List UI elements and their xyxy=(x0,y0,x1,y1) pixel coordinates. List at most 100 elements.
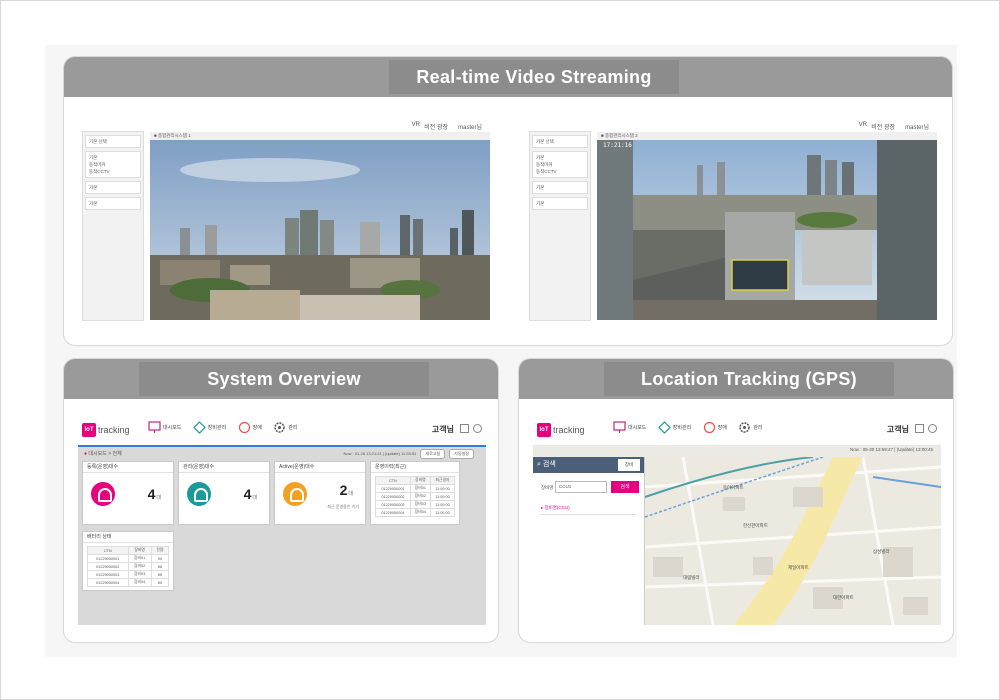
menu-alarm[interactable]: 장애 xyxy=(238,421,262,434)
tab-device[interactable]: 장비 xyxy=(618,459,640,471)
app-logo[interactable]: IoT tracking xyxy=(82,423,130,437)
breadcrumb-text: 대시보드 > 전체 xyxy=(88,451,122,457)
sidebar-item[interactable]: 동적CCTV xyxy=(89,168,137,175)
table-cell: 장비03 xyxy=(127,570,152,579)
card-note: 최근 운영중인 기기 xyxy=(327,504,359,509)
app-logo[interactable]: IoT tracking xyxy=(537,423,585,437)
vr-link[interactable]: VR xyxy=(859,122,867,128)
menu-label: 장애 xyxy=(717,424,727,431)
logo-text: tracking xyxy=(98,425,130,435)
diamond-icon xyxy=(192,421,206,434)
table-row[interactable]: 01229050004 장비04 80 xyxy=(87,578,170,587)
device-icon xyxy=(91,482,115,506)
user-name[interactable]: 고객님 xyxy=(887,424,909,435)
location-tracking-panel: Location Tracking (GPS) IoT tracking 대시보드… xyxy=(518,358,954,643)
logo-text: tracking xyxy=(553,425,585,435)
table-cell: 11:00:00 xyxy=(429,484,456,493)
vr-link[interactable]: VR xyxy=(412,122,420,128)
menu-device[interactable]: 장비관리 xyxy=(192,421,227,434)
menu-device[interactable]: 장비관리 xyxy=(657,421,692,434)
sidebar-group[interactable]: 기본 xyxy=(532,197,588,210)
table-cell: 장비01 xyxy=(409,484,431,493)
user-name[interactable]: 고객님 xyxy=(432,424,454,435)
sidebar-item[interactable]: 동적마커 xyxy=(89,161,137,168)
vision-link[interactable]: 비전 광장 xyxy=(424,122,448,131)
monitor-icon xyxy=(613,421,626,433)
breadcrumb: ● 대시보드 > 전체 xyxy=(84,450,122,457)
sidebar-group[interactable]: 기본 xyxy=(85,197,141,210)
menu-admin[interactable]: 관리 xyxy=(738,421,762,434)
sidebar-item[interactable]: 동적마커 xyxy=(536,161,584,168)
table-header-row: CTN 장비명 최근일자 xyxy=(375,476,456,485)
vision-link[interactable]: 비전 광장 xyxy=(871,122,895,131)
menu-admin[interactable]: 관리 xyxy=(273,421,297,434)
panel-title: Real-time Video Streaming xyxy=(389,60,679,94)
table-row[interactable]: 01229050003 장비03 11:00:00 xyxy=(375,500,456,509)
video-streaming-panel: Real-time Video Streaming VR 비전 광장 maste… xyxy=(63,56,953,346)
value-text: 4 xyxy=(147,486,156,502)
sidebar-group[interactable]: 기본 선택 xyxy=(85,135,141,148)
stat-card[interactable]: Active(운영)대수 2대 최근 운영중인 기기 xyxy=(274,461,366,525)
map-label: 동아아파트 xyxy=(723,485,744,490)
search-header: ⌕ 검색 장비 xyxy=(533,457,644,473)
camera-view-2[interactable]: ■ 종합관리시스템 2 17:21:16 xyxy=(597,132,937,320)
gear-icon xyxy=(739,422,750,433)
card-title: 운영이력(최근) xyxy=(371,462,459,473)
menu-label: 장비관리 xyxy=(672,424,692,431)
search-input[interactable]: CCU1 xyxy=(555,481,607,493)
sidebar-item[interactable]: 기본 xyxy=(536,154,584,161)
view-titlebar: ■ 종합관리시스템 2 xyxy=(597,132,937,140)
stat-card[interactable]: 관리(운영)대수 4대 xyxy=(178,461,270,525)
menu-dashboard[interactable]: 대시보드 xyxy=(613,421,646,434)
sidebar-group[interactable]: 기본 선택 xyxy=(532,135,588,148)
save-icon[interactable] xyxy=(915,424,924,433)
stat-card[interactable]: 등록(운영)대수 4대 xyxy=(82,461,174,525)
panel-header: Location Tracking (GPS) xyxy=(519,359,953,399)
street-scene-image xyxy=(597,140,937,320)
column-header: CTN xyxy=(375,476,411,485)
table-row[interactable]: 01229050001 장비01 90 xyxy=(87,554,170,563)
table-row[interactable]: 01229050001 장비01 11:00:00 xyxy=(375,484,456,493)
menu-dashboard[interactable]: 대시보드 xyxy=(148,421,181,434)
settings-button[interactable]: 자동설정 xyxy=(449,449,474,459)
search-button[interactable]: 검색 xyxy=(611,481,639,493)
monitor-icon xyxy=(148,421,161,433)
screenshot-frame: Real-time Video Streaming VR 비전 광장 maste… xyxy=(0,0,1000,700)
menu-label: 장비관리 xyxy=(207,424,227,431)
table-cell: 01229050003 xyxy=(375,500,411,509)
dashboard-toolbar: Now : 01-28 13:21:21 | (update) 11:28:51… xyxy=(343,449,474,459)
menu-alarm[interactable]: 장애 xyxy=(703,421,727,434)
panel-header: System Overview xyxy=(64,359,498,399)
table-row[interactable]: 01229050002 장비02 88 xyxy=(87,562,170,571)
table-cell: 장비01 xyxy=(127,554,152,563)
sidebar-group[interactable]: 기본 동적마커 동적CCTV xyxy=(532,151,588,178)
view-titlebar: ■ 종합관리시스템 1 xyxy=(150,132,490,140)
column-header: 잔량 xyxy=(150,546,170,555)
table-row[interactable]: 01229050003 장비03 85 xyxy=(87,570,170,579)
table-row[interactable]: 01229050002 장비02 11:00:00 xyxy=(375,492,456,501)
column-header: 최근일자 xyxy=(429,476,456,485)
power-icon[interactable] xyxy=(473,424,482,433)
save-icon[interactable] xyxy=(460,424,469,433)
sidebar-item[interactable]: 동적CCTV xyxy=(536,168,584,175)
sidebar-group[interactable]: 기본 동적마커 동적CCTV xyxy=(85,151,141,178)
sidebar-item[interactable]: 기본 xyxy=(89,154,137,161)
logo-badge: IoT xyxy=(82,423,96,437)
table-cell: 장비04 xyxy=(127,578,152,587)
system-overview-panel: System Overview IoT tracking 대시보드 장비관리 장애… xyxy=(63,358,499,643)
search-result-item[interactable]: ▸ 장비명(CCU) xyxy=(541,505,636,515)
table-cell: 01229050002 xyxy=(375,492,411,501)
sidebar-group[interactable]: 기본 xyxy=(532,181,588,194)
sidebar-group[interactable]: 기본 xyxy=(85,181,141,194)
history-table-card: 운영이력(최근) CTN 장비명 최근일자 01229050001 장비01 11:00… xyxy=(370,461,460,525)
user-link[interactable]: master님 xyxy=(458,122,482,131)
camera-sidebar: 기본 선택 기본 동적마커 동적CCTV 기본 기본 xyxy=(82,131,144,321)
panel-title: Location Tracking (GPS) xyxy=(604,362,894,396)
table-row[interactable]: 01229050004 장비04 11:00:00 xyxy=(375,508,456,517)
main-menu: 대시보드 장비관리 장애 관리 xyxy=(613,421,772,434)
power-icon[interactable] xyxy=(928,424,937,433)
user-link[interactable]: master님 xyxy=(905,122,929,131)
camera-view-1[interactable]: ■ 종합관리시스템 1 xyxy=(150,132,490,320)
table-cell: 장비04 xyxy=(409,508,431,517)
refresh-button[interactable]: 새로고침 xyxy=(420,449,446,459)
